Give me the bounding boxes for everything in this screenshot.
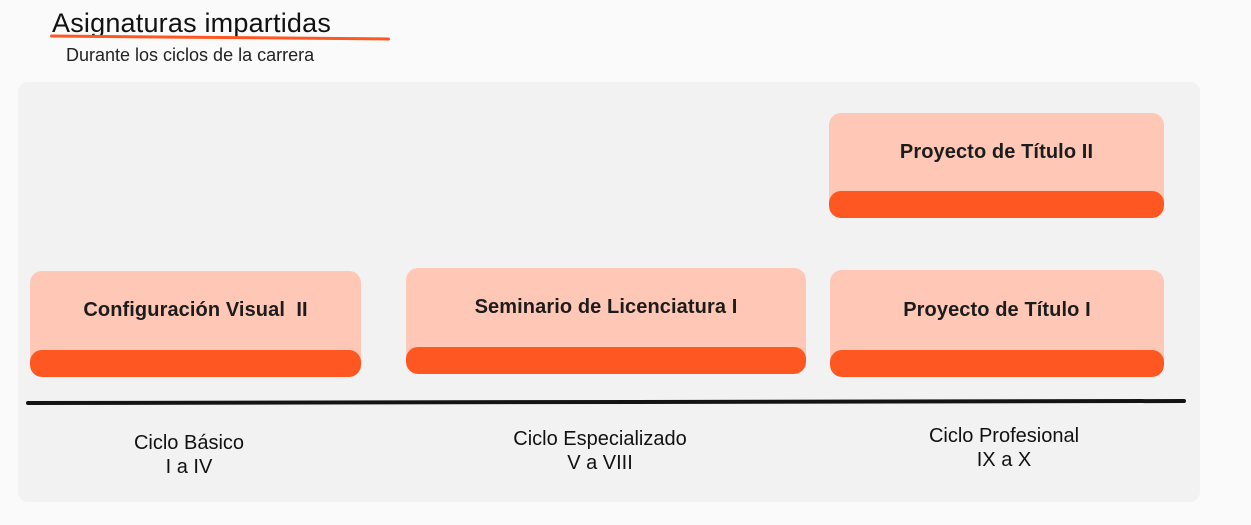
course-card-bar: [30, 350, 361, 377]
page-subtitle: Durante los ciclos de la carrera: [66, 45, 315, 65]
cycle-label-especializado: Ciclo Especializado V a VIII: [450, 427, 750, 475]
cycle-range: IX a X: [976, 449, 1032, 471]
cycle-range: I a IV: [165, 456, 213, 478]
cycle-label-profesional: Ciclo Profesional IX a X: [854, 424, 1154, 472]
course-name: Seminario de Licenciatura I: [474, 296, 738, 318]
course-name: Proyecto de Título I: [903, 298, 1091, 321]
cycle-name: Ciclo Profesional: [928, 425, 1080, 447]
course-card-bar: [830, 350, 1164, 377]
course-card-configuracion-visual-2: Configuración Visual II: [30, 271, 361, 377]
course-name: Configuración Visual II: [83, 299, 308, 321]
cycle-label-basico: Ciclo Básico I a IV: [39, 431, 339, 479]
course-card-proyecto-titulo-2: Proyecto de Título II: [829, 113, 1164, 218]
course-card-bar: [829, 191, 1164, 218]
course-card-seminario-licenciatura-1: Seminario de Licenciatura I: [406, 268, 806, 374]
course-name: Proyecto de Título II: [899, 140, 1094, 163]
cycle-name: Ciclo Especializado: [513, 428, 687, 450]
course-card-proyecto-titulo-1: Proyecto de Título I: [830, 270, 1164, 377]
cycle-range: V a VIII: [567, 452, 633, 474]
course-card-bar: [406, 347, 806, 374]
cycle-name: Ciclo Básico: [133, 432, 245, 454]
